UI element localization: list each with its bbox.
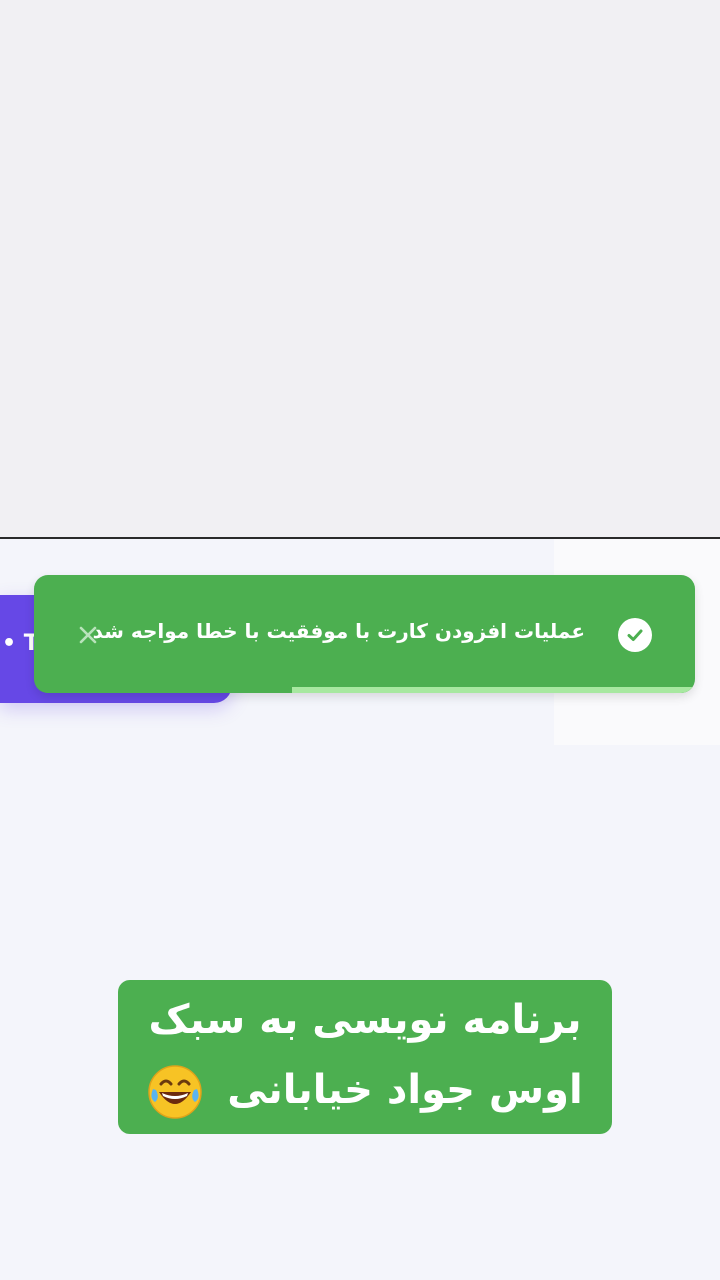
toast-progress-track — [34, 687, 695, 693]
caption-line-2-text: اوس جواد خیابانی — [227, 1067, 583, 1113]
close-icon[interactable] — [76, 623, 100, 647]
caption-line-2: اوس جواد خیابانی — [118, 1064, 612, 1120]
check-circle-icon — [618, 618, 652, 652]
toast-message: عملیات افزودن کارت با موفقیت با خطا مواج… — [92, 619, 585, 643]
laughing-tears-emoji-icon — [148, 1065, 203, 1119]
success-toast: عملیات افزودن کارت با موفقیت با خطا مواج… — [34, 575, 695, 693]
app-screenshot: • T عملیات افزودن کارت با موفقیت با خطا … — [0, 539, 720, 1280]
caption-box: برنامه نویسی به سبک اوس جواد خیابانی — [118, 980, 612, 1134]
caption-line-1: برنامه نویسی به سبک — [148, 997, 582, 1043]
toast-progress-bar — [291, 687, 695, 693]
blank-top-area — [0, 0, 720, 537]
